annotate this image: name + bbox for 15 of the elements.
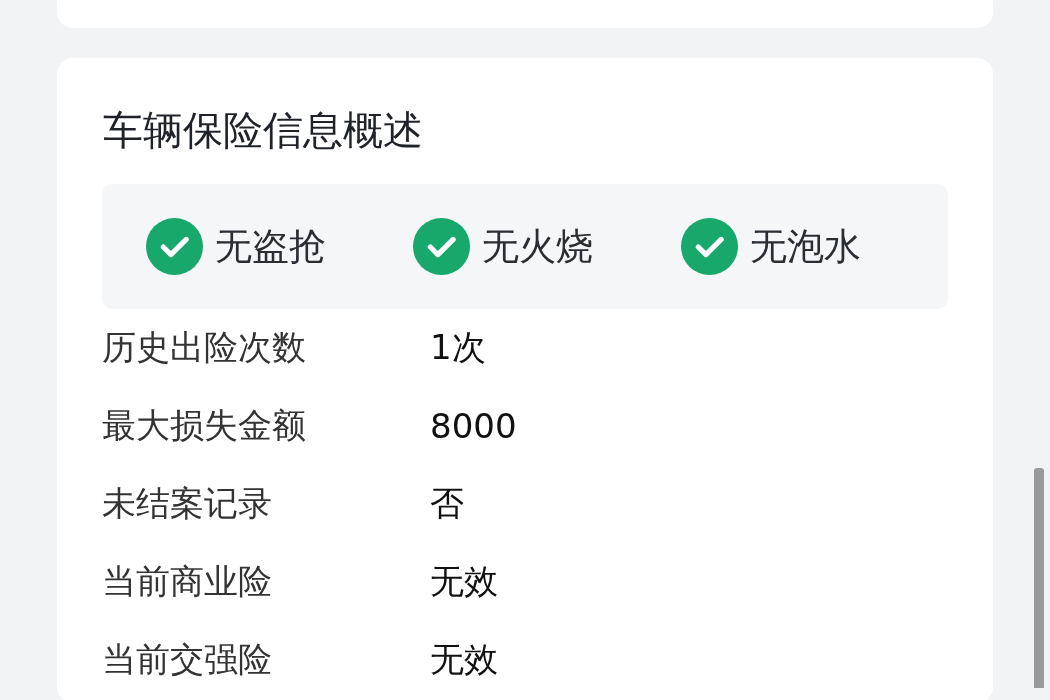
status-label: 无盗抢 (215, 223, 326, 270)
scrollbar[interactable] (1034, 468, 1044, 688)
field-value: 无效 (430, 638, 498, 681)
field-label: 最大损失金额 (102, 404, 307, 447)
field-value: 无效 (430, 560, 498, 603)
field-value: 1次 (430, 326, 486, 369)
field-label: 当前交强险 (102, 638, 273, 681)
field-value: 8000 (430, 406, 517, 446)
field-label: 未结案记录 (102, 482, 273, 525)
field-label: 历史出险次数 (102, 326, 307, 369)
field-label: 当前商业险 (102, 560, 273, 603)
status-label: 无泡水 (749, 223, 861, 270)
card-title: 车辆保险信息概述 (103, 106, 424, 155)
field-value: 否 (430, 482, 464, 525)
status-label: 无火烧 (482, 223, 594, 270)
